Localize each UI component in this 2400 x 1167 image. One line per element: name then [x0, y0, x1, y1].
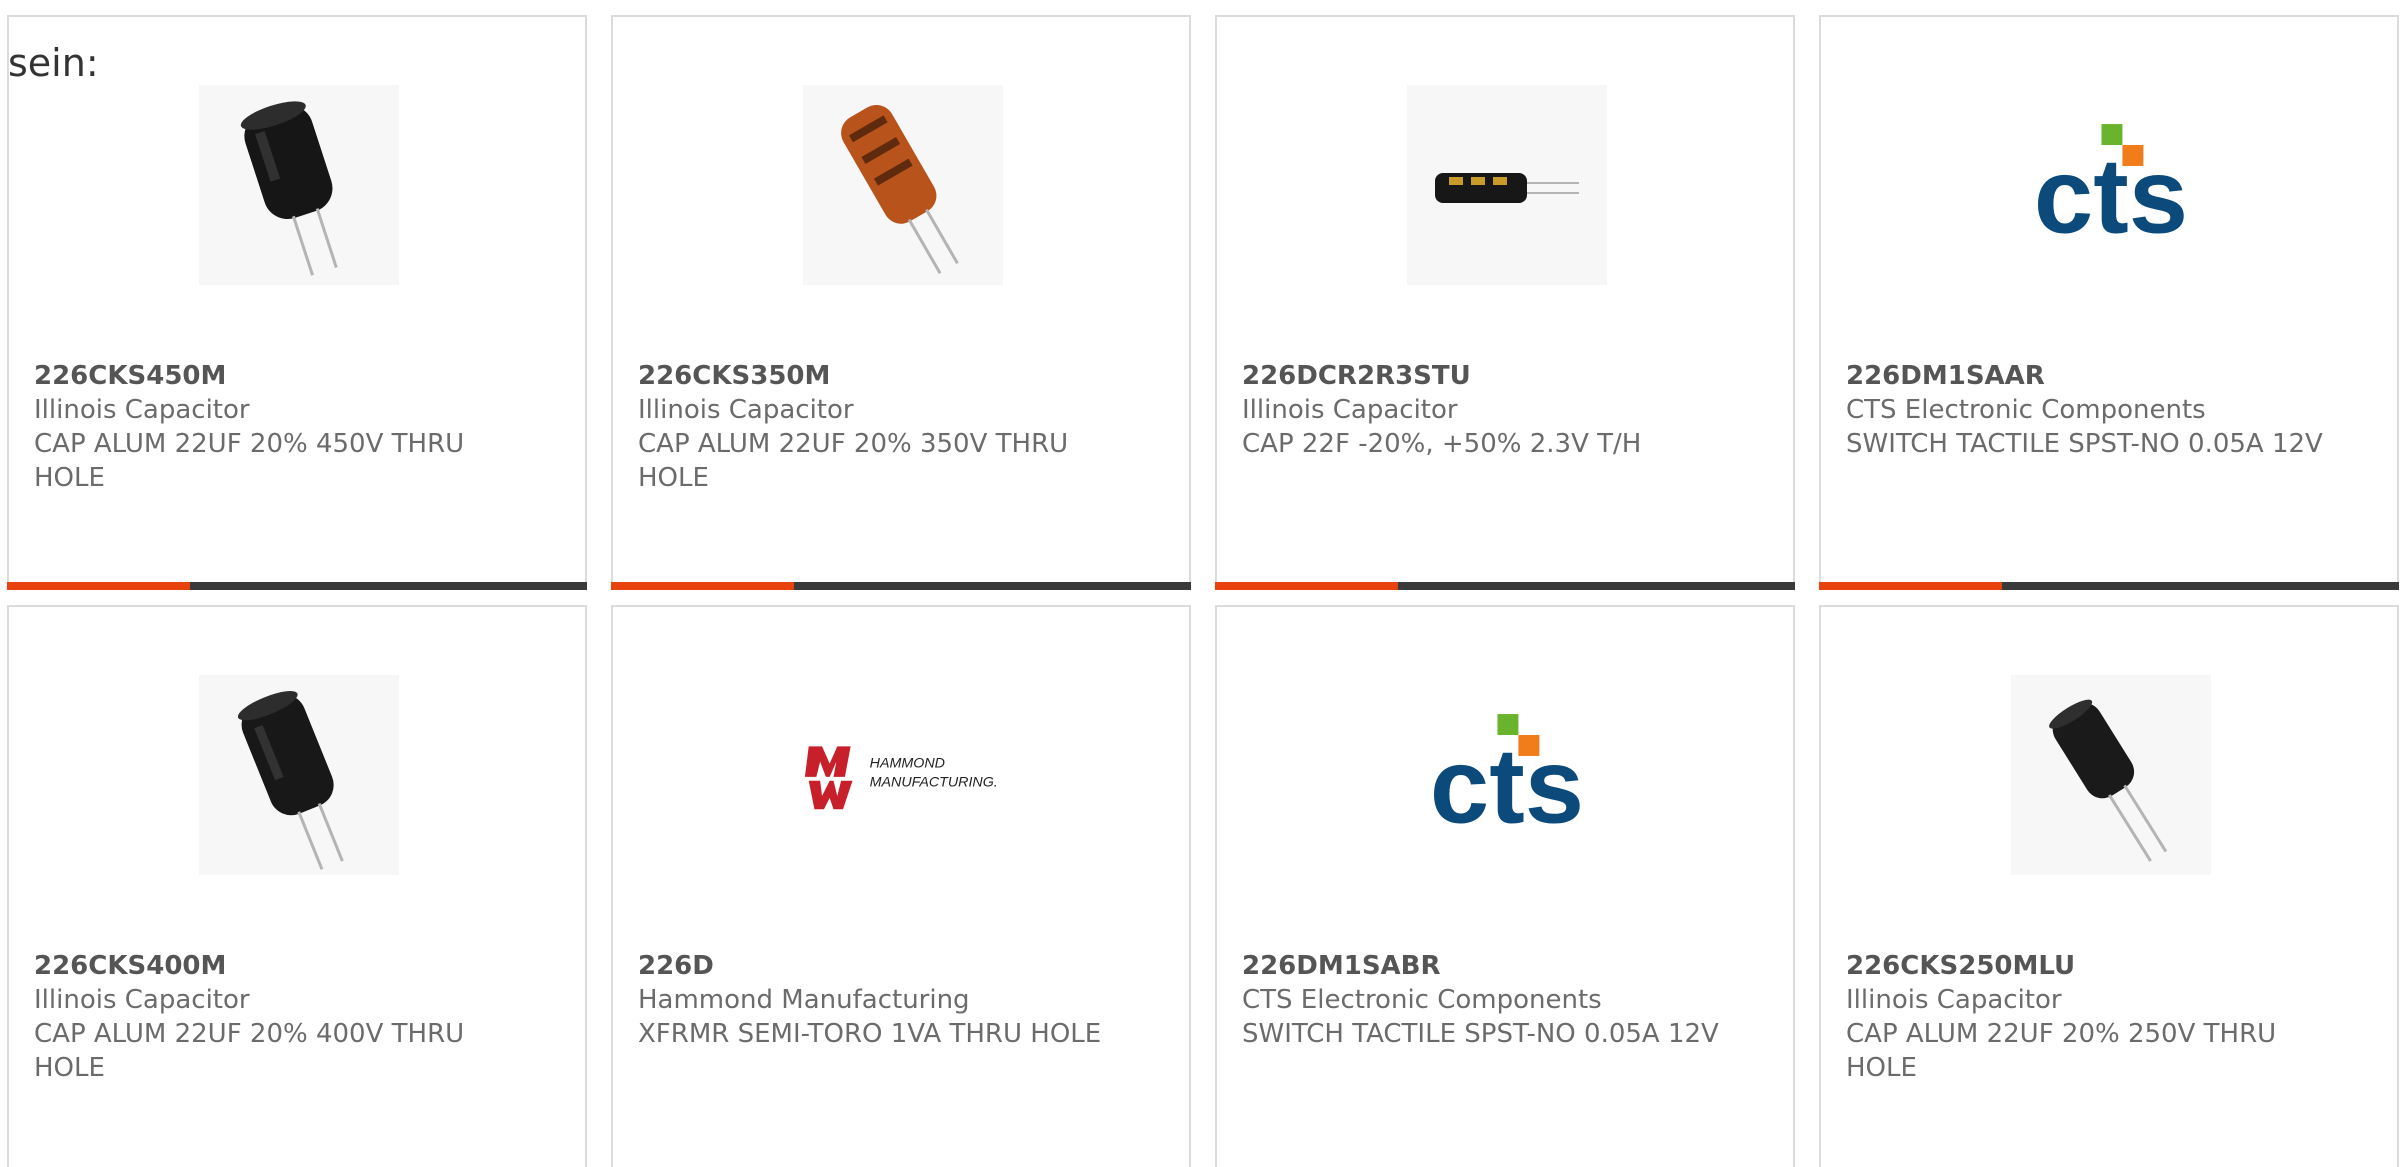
product-image[interactable]: [803, 85, 1003, 285]
product-image[interactable]: [2011, 675, 2211, 875]
product-info: 226DM1SAAR CTS Electronic Components SWI…: [1846, 359, 2326, 461]
product-image[interactable]: HAMMOND MANUFACTURING.: [803, 675, 1003, 875]
description: CAP 22F -20%, +50% 2.3V T/H: [1242, 429, 1642, 459]
part-number-link[interactable]: 226DM1SABR: [1242, 949, 1722, 983]
description: SWITCH TACTILE SPST-NO 0.05A 12V: [1846, 429, 2323, 459]
card-accent: [1819, 582, 2002, 590]
part-number-link[interactable]: 226DM1SAAR: [1846, 359, 2326, 393]
card-accent: [1215, 582, 1398, 590]
cts-logo-text: cts: [1430, 726, 1584, 845]
hammond-logo-line1: HAMMOND: [870, 755, 945, 771]
product-info: 226CKS450M Illinois Capacitor CAP ALUM 2…: [34, 359, 514, 495]
part-number-link[interactable]: 226CKS400M: [34, 949, 514, 983]
product-info: 226CKS250MLU Illinois Capacitor CAP ALUM…: [1846, 949, 2326, 1085]
capacitor-image-icon: [237, 691, 344, 870]
description: CAP ALUM 22UF 20% 350V THRU HOLE: [638, 429, 1069, 493]
product-info: 226DCR2R3STU Illinois Capacitor CAP 22F …: [1242, 359, 1722, 461]
supercapacitor-image-icon: [1435, 173, 1579, 203]
manufacturer: Illinois Capacitor: [34, 985, 250, 1015]
description: CAP ALUM 22UF 20% 250V THRU HOLE: [1846, 1019, 2277, 1083]
part-number-link[interactable]: 226D: [638, 949, 1118, 983]
hammond-logo-icon: HAMMOND MANUFACTURING.: [804, 746, 998, 810]
manufacturer: CTS Electronic Components: [1242, 985, 1602, 1015]
product-card[interactable]: 226CKS450M Illinois Capacitor CAP ALUM 2…: [7, 15, 587, 590]
card-bottom-bar: [1819, 582, 2399, 590]
product-card[interactable]: 226DCR2R3STU Illinois Capacitor CAP 22F …: [1215, 15, 1795, 590]
card-bottom-bar: [1215, 582, 1795, 590]
product-card[interactable]: 226CKS400M Illinois Capacitor CAP ALUM 2…: [7, 605, 587, 1167]
manufacturer: Illinois Capacitor: [1242, 395, 1458, 425]
part-number-link[interactable]: 226CKS250MLU: [1846, 949, 2326, 983]
hammond-logo-line2: MANUFACTURING.: [870, 774, 998, 790]
capacitor-image-icon: [841, 104, 959, 275]
manufacturer: Hammond Manufacturing: [638, 985, 970, 1015]
description: SWITCH TACTILE SPST-NO 0.05A 12V: [1242, 1019, 1719, 1049]
part-number-link[interactable]: 226CKS450M: [34, 359, 514, 393]
cts-logo-text: cts: [2034, 136, 2188, 255]
manufacturer: Illinois Capacitor: [34, 395, 250, 425]
manufacturer: Illinois Capacitor: [638, 395, 854, 425]
intro-text: sein:: [8, 41, 99, 85]
manufacturer: CTS Electronic Components: [1846, 395, 2206, 425]
product-image[interactable]: [199, 85, 399, 285]
product-card[interactable]: HAMMOND MANUFACTURING. 226D Hammond Manu…: [611, 605, 1191, 1167]
product-image[interactable]: [199, 675, 399, 875]
product-info: 226CKS400M Illinois Capacitor CAP ALUM 2…: [34, 949, 514, 1085]
card-accent: [7, 582, 190, 590]
product-grid-page: sein: 226CKS450M Illinois Capacitor CAP …: [0, 0, 2400, 1167]
manufacturer: Illinois Capacitor: [1846, 985, 2062, 1015]
product-card[interactable]: 226CKS250MLU Illinois Capacitor CAP ALUM…: [1819, 605, 2399, 1167]
description: XFRMR SEMI-TORO 1VA THRU HOLE: [638, 1019, 1102, 1049]
description: CAP ALUM 22UF 20% 400V THRU HOLE: [34, 1019, 465, 1083]
card-accent: [611, 582, 794, 590]
product-card[interactable]: 226CKS350M Illinois Capacitor CAP ALUM 2…: [611, 15, 1191, 590]
part-number-link[interactable]: 226DCR2R3STU: [1242, 359, 1722, 393]
card-bottom-bar: [7, 582, 587, 590]
product-info: 226DM1SABR CTS Electronic Components SWI…: [1242, 949, 1722, 1051]
capacitor-image-icon: [240, 101, 338, 276]
part-number-link[interactable]: 226CKS350M: [638, 359, 1118, 393]
product-info: 226CKS350M Illinois Capacitor CAP ALUM 2…: [638, 359, 1118, 495]
product-image[interactable]: cts: [2011, 85, 2211, 285]
cts-logo-icon: cts: [2034, 124, 2188, 255]
product-card[interactable]: cts 226DM1SAAR CTS Electronic Components…: [1819, 15, 2399, 590]
product-info: 226D Hammond Manufacturing XFRMR SEMI-TO…: [638, 949, 1118, 1051]
cts-logo-icon: cts: [1430, 714, 1584, 845]
card-bottom-bar: [611, 582, 1191, 590]
product-image[interactable]: [1407, 85, 1607, 285]
capacitor-image-icon: [2049, 699, 2168, 862]
product-image[interactable]: cts: [1407, 675, 1607, 875]
description: CAP ALUM 22UF 20% 450V THRU HOLE: [34, 429, 465, 493]
product-card[interactable]: cts 226DM1SABR CTS Electronic Components…: [1215, 605, 1795, 1167]
